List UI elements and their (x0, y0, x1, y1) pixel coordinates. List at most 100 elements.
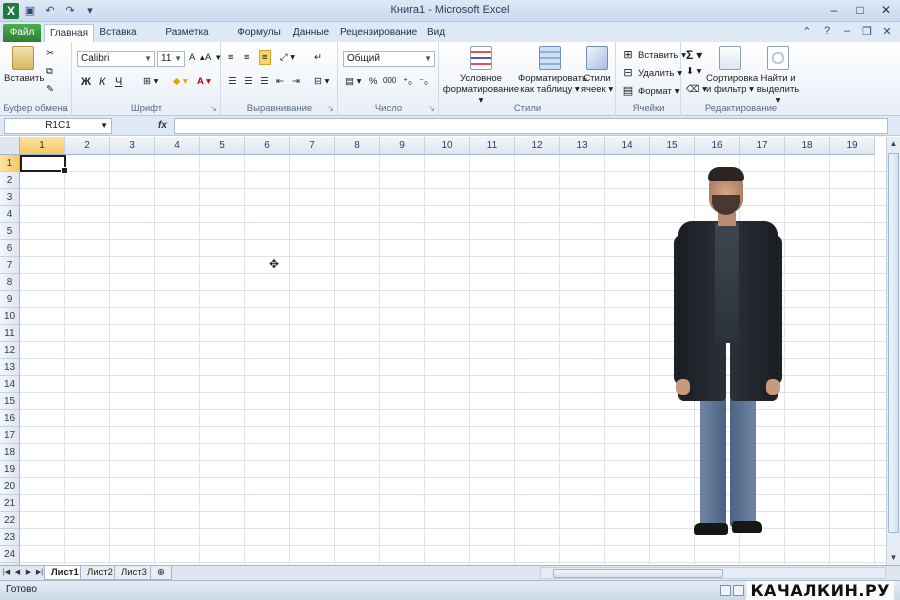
row-header[interactable]: 5 (0, 223, 20, 240)
vertical-scroll-thumb[interactable] (888, 153, 899, 533)
delete-cells-button[interactable]: ⊟ Удалить ▾ (621, 66, 682, 80)
column-header[interactable]: 19 (830, 137, 875, 155)
align-top-icon[interactable]: ≡ (228, 52, 234, 63)
font-launcher-icon[interactable]: ↘ (210, 104, 217, 113)
row-header[interactable]: 9 (0, 291, 20, 308)
underline-button[interactable]: Ч (115, 76, 122, 88)
row-header[interactable]: 19 (0, 461, 20, 478)
tab-file[interactable]: Файл (3, 24, 41, 42)
column-header[interactable]: 14 (605, 137, 650, 155)
format-cells-button[interactable]: ▤ Формат ▾ (621, 84, 680, 98)
bold-button[interactable]: Ж (81, 76, 91, 88)
copy-icon[interactable]: ⧉ (46, 66, 53, 77)
column-header[interactable]: 17 (740, 137, 785, 155)
tab-formulas[interactable]: Формулы (236, 24, 282, 42)
wrap-text-icon[interactable]: ↵ (314, 52, 322, 63)
tab-data[interactable]: Данные (290, 24, 332, 42)
row-header[interactable]: 17 (0, 427, 20, 444)
insert-function-icon[interactable]: fx (158, 118, 172, 134)
row-header[interactable]: 2 (0, 172, 20, 189)
autosum-button[interactable]: Σ ▾ (686, 48, 702, 62)
column-header[interactable]: 2 (65, 137, 110, 155)
maximize-icon[interactable]: □ (850, 2, 870, 18)
find-select-button[interactable]: Найти и выделить ▾ (756, 46, 800, 106)
row-header[interactable]: 12 (0, 342, 20, 359)
clipboard-launcher-icon[interactable]: ↘ (61, 104, 68, 113)
row-header[interactable]: 23 (0, 529, 20, 546)
font-size-select[interactable]: 11 ▼ (157, 51, 185, 67)
orientation-icon[interactable]: ⤢ ▾ (280, 52, 295, 63)
column-header[interactable]: 13 (560, 137, 605, 155)
row-header[interactable]: 4 (0, 206, 20, 223)
scroll-up-icon[interactable]: ▲ (887, 137, 900, 151)
vertical-scrollbar[interactable]: ▲ ▼ (886, 137, 900, 565)
last-sheet-icon[interactable]: ▶| (35, 566, 44, 580)
doc-close-icon[interactable]: ✕ (880, 25, 894, 38)
tab-home[interactable]: Главная (44, 24, 94, 42)
cell-styles-button[interactable]: Стили ячеек ▾ (580, 46, 614, 95)
minimize-icon[interactable]: – (824, 2, 844, 18)
row-header[interactable]: 10 (0, 308, 20, 325)
minimize-ribbon-icon[interactable]: ⌃ (800, 25, 814, 38)
row-header[interactable]: 24 (0, 546, 20, 563)
column-header[interactable]: 16 (695, 137, 740, 155)
row-header[interactable]: 7 (0, 257, 20, 274)
row-header[interactable]: 16 (0, 410, 20, 427)
fill-icon[interactable]: ⬇ ▾ (686, 66, 701, 77)
horizontal-scroll-thumb[interactable] (553, 569, 723, 578)
formula-input[interactable] (174, 118, 888, 134)
column-header[interactable]: 6 (245, 137, 290, 155)
format-painter-icon[interactable]: ✎ (46, 84, 54, 95)
percent-button[interactable]: % (369, 76, 377, 87)
column-header[interactable]: 3 (110, 137, 155, 155)
shrink-font-icon[interactable]: A ▼ (205, 52, 222, 63)
insert-cells-button[interactable]: ⊞ Вставить ▾ (621, 48, 686, 62)
increase-decimal-icon[interactable]: ⁺₀ (403, 76, 412, 87)
currency-icon[interactable]: ▤ ▾ (345, 76, 361, 87)
sort-filter-button[interactable]: Сортировка и фильтр ▾ (706, 46, 758, 95)
row-header[interactable]: 15 (0, 393, 20, 410)
merge-center-icon[interactable]: ⊟ ▾ (314, 76, 329, 87)
grow-font-icon[interactable]: A ▲ (189, 52, 206, 63)
align-left-icon[interactable]: ☰ (228, 76, 237, 87)
decrease-indent-icon[interactable]: ⇤ (276, 76, 284, 87)
fill-color-icon[interactable]: ◆ ▾ (173, 76, 188, 87)
increase-indent-icon[interactable]: ⇥ (292, 76, 300, 87)
column-header[interactable]: 9 (380, 137, 425, 155)
paste-button[interactable]: Вставить (4, 46, 44, 84)
page-layout-view-icon[interactable] (733, 585, 744, 596)
first-sheet-icon[interactable]: |◀ (2, 566, 11, 580)
normal-view-icon[interactable] (720, 585, 731, 596)
number-launcher-icon[interactable]: ↘ (428, 104, 435, 113)
name-box[interactable]: R1C1 ▼ (4, 118, 112, 134)
clear-icon[interactable]: ⌫ ▾ (686, 84, 707, 95)
font-name-select[interactable]: Calibri ▼ (77, 51, 155, 67)
font-color-icon[interactable]: A ▾ (197, 76, 211, 87)
thousands-button[interactable]: 000 (383, 76, 396, 85)
insert-sheet-icon[interactable]: ⊕ (150, 566, 172, 580)
horizontal-scrollbar[interactable] (540, 567, 886, 579)
select-all-corner[interactable] (0, 137, 20, 155)
alignment-launcher-icon[interactable]: ↘ (327, 104, 334, 113)
column-header[interactable]: 7 (290, 137, 335, 155)
help-icon[interactable]: ? (820, 25, 834, 38)
scroll-down-icon[interactable]: ▼ (887, 551, 900, 565)
column-header[interactable]: 15 (650, 137, 695, 155)
align-center-icon[interactable]: ☰ (244, 76, 253, 87)
row-header[interactable]: 6 (0, 240, 20, 257)
row-header[interactable]: 13 (0, 359, 20, 376)
tab-page-layout[interactable]: Разметка страницы (146, 24, 228, 55)
borders-icon[interactable]: ⊞ ▾ (143, 76, 158, 87)
column-header[interactable]: 12 (515, 137, 560, 155)
column-header[interactable]: 5 (200, 137, 245, 155)
tab-view[interactable]: Вид (422, 24, 450, 42)
sheet-tab-3[interactable]: Лист3 (114, 566, 154, 580)
row-header[interactable]: 14 (0, 376, 20, 393)
prev-sheet-icon[interactable]: ◀ (13, 566, 22, 580)
column-header[interactable]: 11 (470, 137, 515, 155)
conditional-formatting-button[interactable]: Условное форматирование ▾ (442, 46, 520, 106)
align-bottom-icon[interactable]: ≡ (259, 50, 271, 65)
column-header[interactable]: 18 (785, 137, 830, 155)
next-sheet-icon[interactable]: ▶ (24, 566, 33, 580)
align-middle-icon[interactable]: ≡ (244, 52, 250, 63)
